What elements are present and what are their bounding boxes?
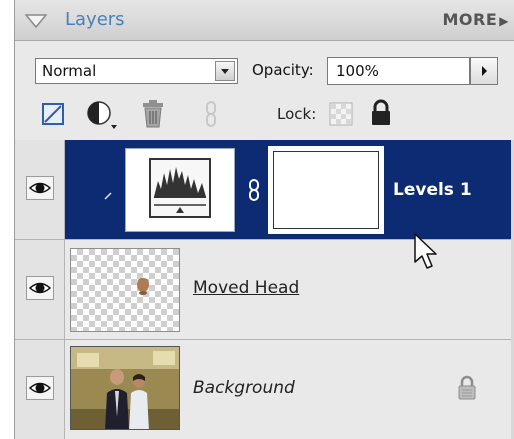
levels-thumbnail[interactable]	[125, 148, 235, 232]
panel-title: Layers	[65, 9, 125, 30]
opacity-label: Opacity:	[252, 61, 314, 79]
padlock-icon	[457, 375, 477, 405]
new-layer-icon[interactable]	[39, 100, 67, 132]
layers-panel: Layers MORE ▶ Normal Opacity: 100% Lock:…	[14, 0, 514, 439]
eye-icon[interactable]	[26, 376, 54, 400]
visibility-cell[interactable]	[15, 340, 65, 439]
lock-transparent-icon[interactable]	[329, 102, 353, 130]
layer-name[interactable]: Background	[193, 378, 295, 398]
triangle-down-icon[interactable]	[24, 13, 48, 32]
link-icon[interactable]	[203, 100, 219, 132]
trash-icon[interactable]	[140, 99, 166, 133]
panel-header: Layers MORE ▶	[15, 0, 514, 41]
eye-icon[interactable]	[26, 176, 54, 200]
layer-mask-thumbnail[interactable]	[268, 146, 384, 234]
background-thumbnail[interactable]	[70, 346, 180, 430]
layer-name[interactable]: Levels 1	[393, 180, 472, 200]
opacity-field[interactable]: 100%	[327, 57, 470, 85]
eye-icon[interactable]	[26, 276, 54, 300]
layer-row-background[interactable]: Background	[15, 340, 514, 439]
blend-mode-select[interactable]: Normal	[35, 58, 238, 84]
more-button[interactable]: MORE ▶	[442, 10, 509, 29]
blend-mode-value: Normal	[42, 62, 97, 80]
moved-head-thumbnail[interactable]	[70, 248, 180, 332]
adjustment-layer-icon[interactable]	[85, 99, 119, 135]
adjustment-indicator-icon	[103, 186, 113, 205]
padlock-icon[interactable]	[369, 99, 393, 131]
layer-name[interactable]: Moved Head	[193, 278, 299, 298]
dropdown-arrow-icon[interactable]	[215, 61, 235, 81]
mask-link-icon[interactable]	[247, 178, 261, 206]
lock-label: Lock:	[277, 105, 317, 123]
opacity-slider-button[interactable]	[470, 57, 498, 85]
mouse-pointer-icon	[413, 232, 439, 276]
layer-row-levels-1[interactable]: Levels 1	[15, 140, 514, 240]
more-label: MORE	[442, 10, 498, 29]
triangle-right-icon: ▶	[499, 14, 509, 28]
visibility-cell[interactable]	[15, 240, 65, 339]
visibility-cell[interactable]	[15, 140, 65, 239]
layer-row-moved-head[interactable]: Moved Head	[15, 240, 514, 340]
opacity-value: 100%	[336, 62, 379, 80]
